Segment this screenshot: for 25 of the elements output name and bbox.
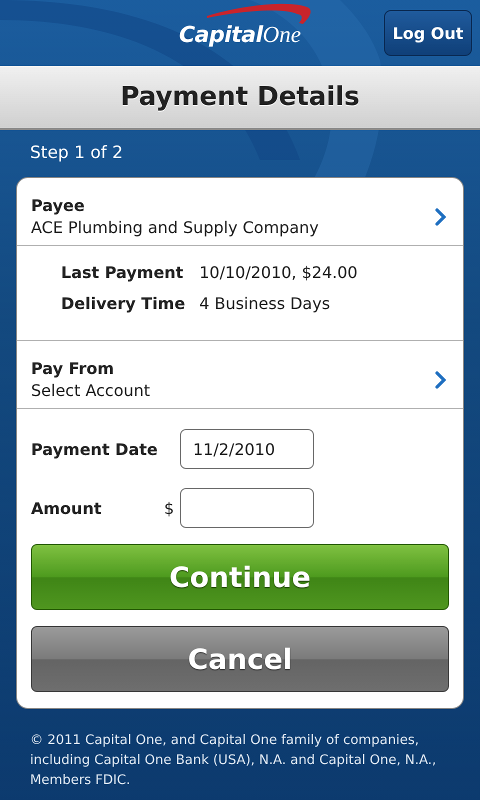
chevron-right-icon <box>435 208 447 226</box>
input-field[interactable] <box>180 488 314 528</box>
detail-value: 4 Business Days <box>199 294 332 313</box>
payee-row[interactable]: Payee ACE Plumbing and Supply Company <box>17 178 463 246</box>
logout-button[interactable]: Log Out <box>384 10 472 56</box>
detail-label: Last Payment <box>61 263 184 282</box>
field-label: Payment Date <box>31 440 159 458</box>
field-label: Amount <box>31 498 102 518</box>
payee-value: ACE Plumbing and Supply Company <box>31 218 320 237</box>
page-title: Payment Details <box>120 82 360 112</box>
detail-value: 10/10/2010, $24.00 <box>199 263 359 282</box>
cancel-button[interactable]: Cancel <box>31 626 449 692</box>
copyright-text: © 2011 Capital One, and Capital One family of companies, including Capital One Bank (USA), N.A. and Capital One, N.A., Members FDIC. <box>30 733 436 788</box>
step-indicator: Step 1 of 2 <box>30 143 123 163</box>
currency-symbol: $ <box>164 498 174 518</box>
payee-label: Payee <box>31 196 86 215</box>
pay-from-row[interactable]: Pay From Select Account <box>17 341 463 409</box>
pay-from-value: Select Account <box>31 381 152 400</box>
pay-from-label: Pay From <box>31 359 116 378</box>
detail-label: Delivery Time <box>61 294 186 313</box>
continue-button[interactable]: Continue <box>31 544 449 610</box>
logo-text: Capital <box>178 23 263 48</box>
logo-text: One <box>262 22 301 48</box>
input-field[interactable]: 11/2/2010 <box>180 429 314 469</box>
chevron-right-icon <box>435 370 447 388</box>
